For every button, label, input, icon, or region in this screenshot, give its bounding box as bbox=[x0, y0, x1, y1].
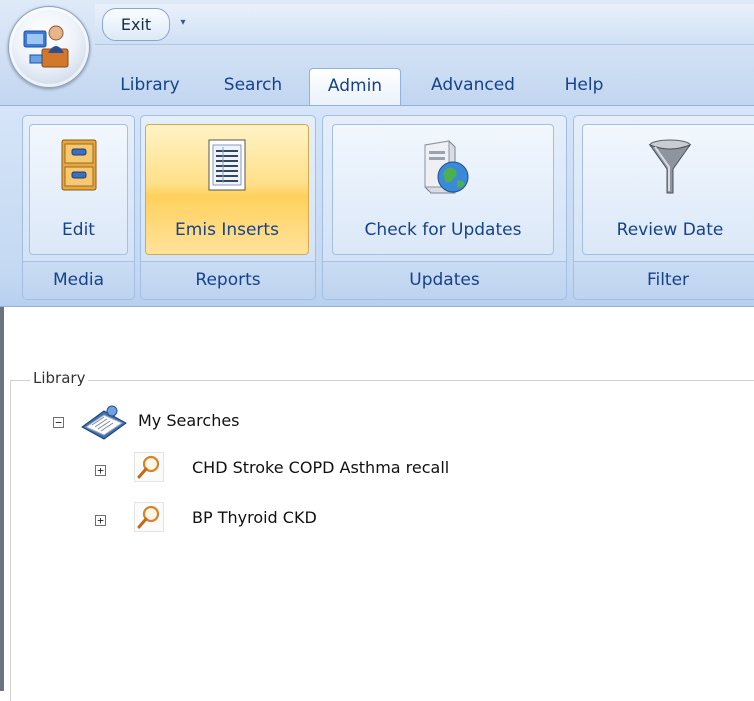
exit-button[interactable]: Exit bbox=[102, 8, 170, 41]
library-legend: Library bbox=[30, 369, 89, 387]
ribbon-group-media: Edit Media bbox=[22, 115, 135, 300]
review-date-button[interactable]: Review Date bbox=[582, 124, 754, 255]
qat-dropdown-icon[interactable]: ▾ bbox=[176, 16, 190, 30]
app-menu-button[interactable] bbox=[8, 6, 90, 88]
quick-access-toolbar bbox=[95, 4, 754, 45]
edit-button-label: Edit bbox=[62, 220, 95, 240]
emis-inserts-button[interactable]: Emis Inserts bbox=[145, 124, 309, 255]
review-date-label: Review Date bbox=[616, 220, 724, 240]
group-label-reports: Reports bbox=[141, 261, 315, 299]
report-icon bbox=[208, 139, 246, 191]
edit-button[interactable]: Edit bbox=[29, 124, 128, 255]
tree-item-search[interactable]: BP Thyroid CKD bbox=[192, 504, 317, 532]
tab-library[interactable]: Library bbox=[110, 68, 190, 105]
tree-item-search[interactable]: CHD Stroke COPD Asthma recall bbox=[192, 454, 449, 482]
searches-book-icon bbox=[81, 405, 127, 440]
tab-help[interactable]: Help bbox=[549, 68, 619, 105]
check-for-updates-label: Check for Updates bbox=[364, 220, 522, 240]
collapse-my-searches-toggle[interactable]: − bbox=[53, 417, 64, 428]
ribbon-group-reports: Emis Inserts Reports bbox=[140, 115, 316, 300]
expand-item-toggle[interactable]: + bbox=[95, 515, 106, 526]
expand-item-toggle[interactable]: + bbox=[95, 465, 106, 476]
check-for-updates-button[interactable]: Check for Updates bbox=[332, 124, 554, 255]
group-label-media: Media bbox=[23, 261, 134, 299]
emis-inserts-label: Emis Inserts bbox=[175, 220, 279, 240]
ribbon-group-updates: Check for Updates Updates bbox=[322, 115, 567, 300]
group-label-filter: Filter bbox=[574, 261, 754, 299]
funnel-icon bbox=[648, 139, 692, 194]
tab-search[interactable]: Search bbox=[212, 68, 294, 105]
magnifier-icon bbox=[137, 455, 160, 479]
tab-admin[interactable]: Admin bbox=[309, 68, 401, 105]
list-item-icon-box bbox=[134, 452, 164, 482]
server-globe-icon bbox=[424, 140, 469, 194]
tree-item-my-searches[interactable]: My Searches bbox=[138, 407, 240, 435]
app-menu-icon bbox=[23, 25, 69, 68]
tab-advanced[interactable]: Advanced bbox=[414, 68, 532, 105]
cabinet-icon bbox=[61, 139, 96, 191]
group-label-updates: Updates bbox=[323, 261, 566, 299]
list-item-icon-box bbox=[134, 502, 164, 532]
ribbon-group-filter: Review Date Filter bbox=[573, 115, 754, 300]
magnifier-icon bbox=[137, 505, 160, 529]
